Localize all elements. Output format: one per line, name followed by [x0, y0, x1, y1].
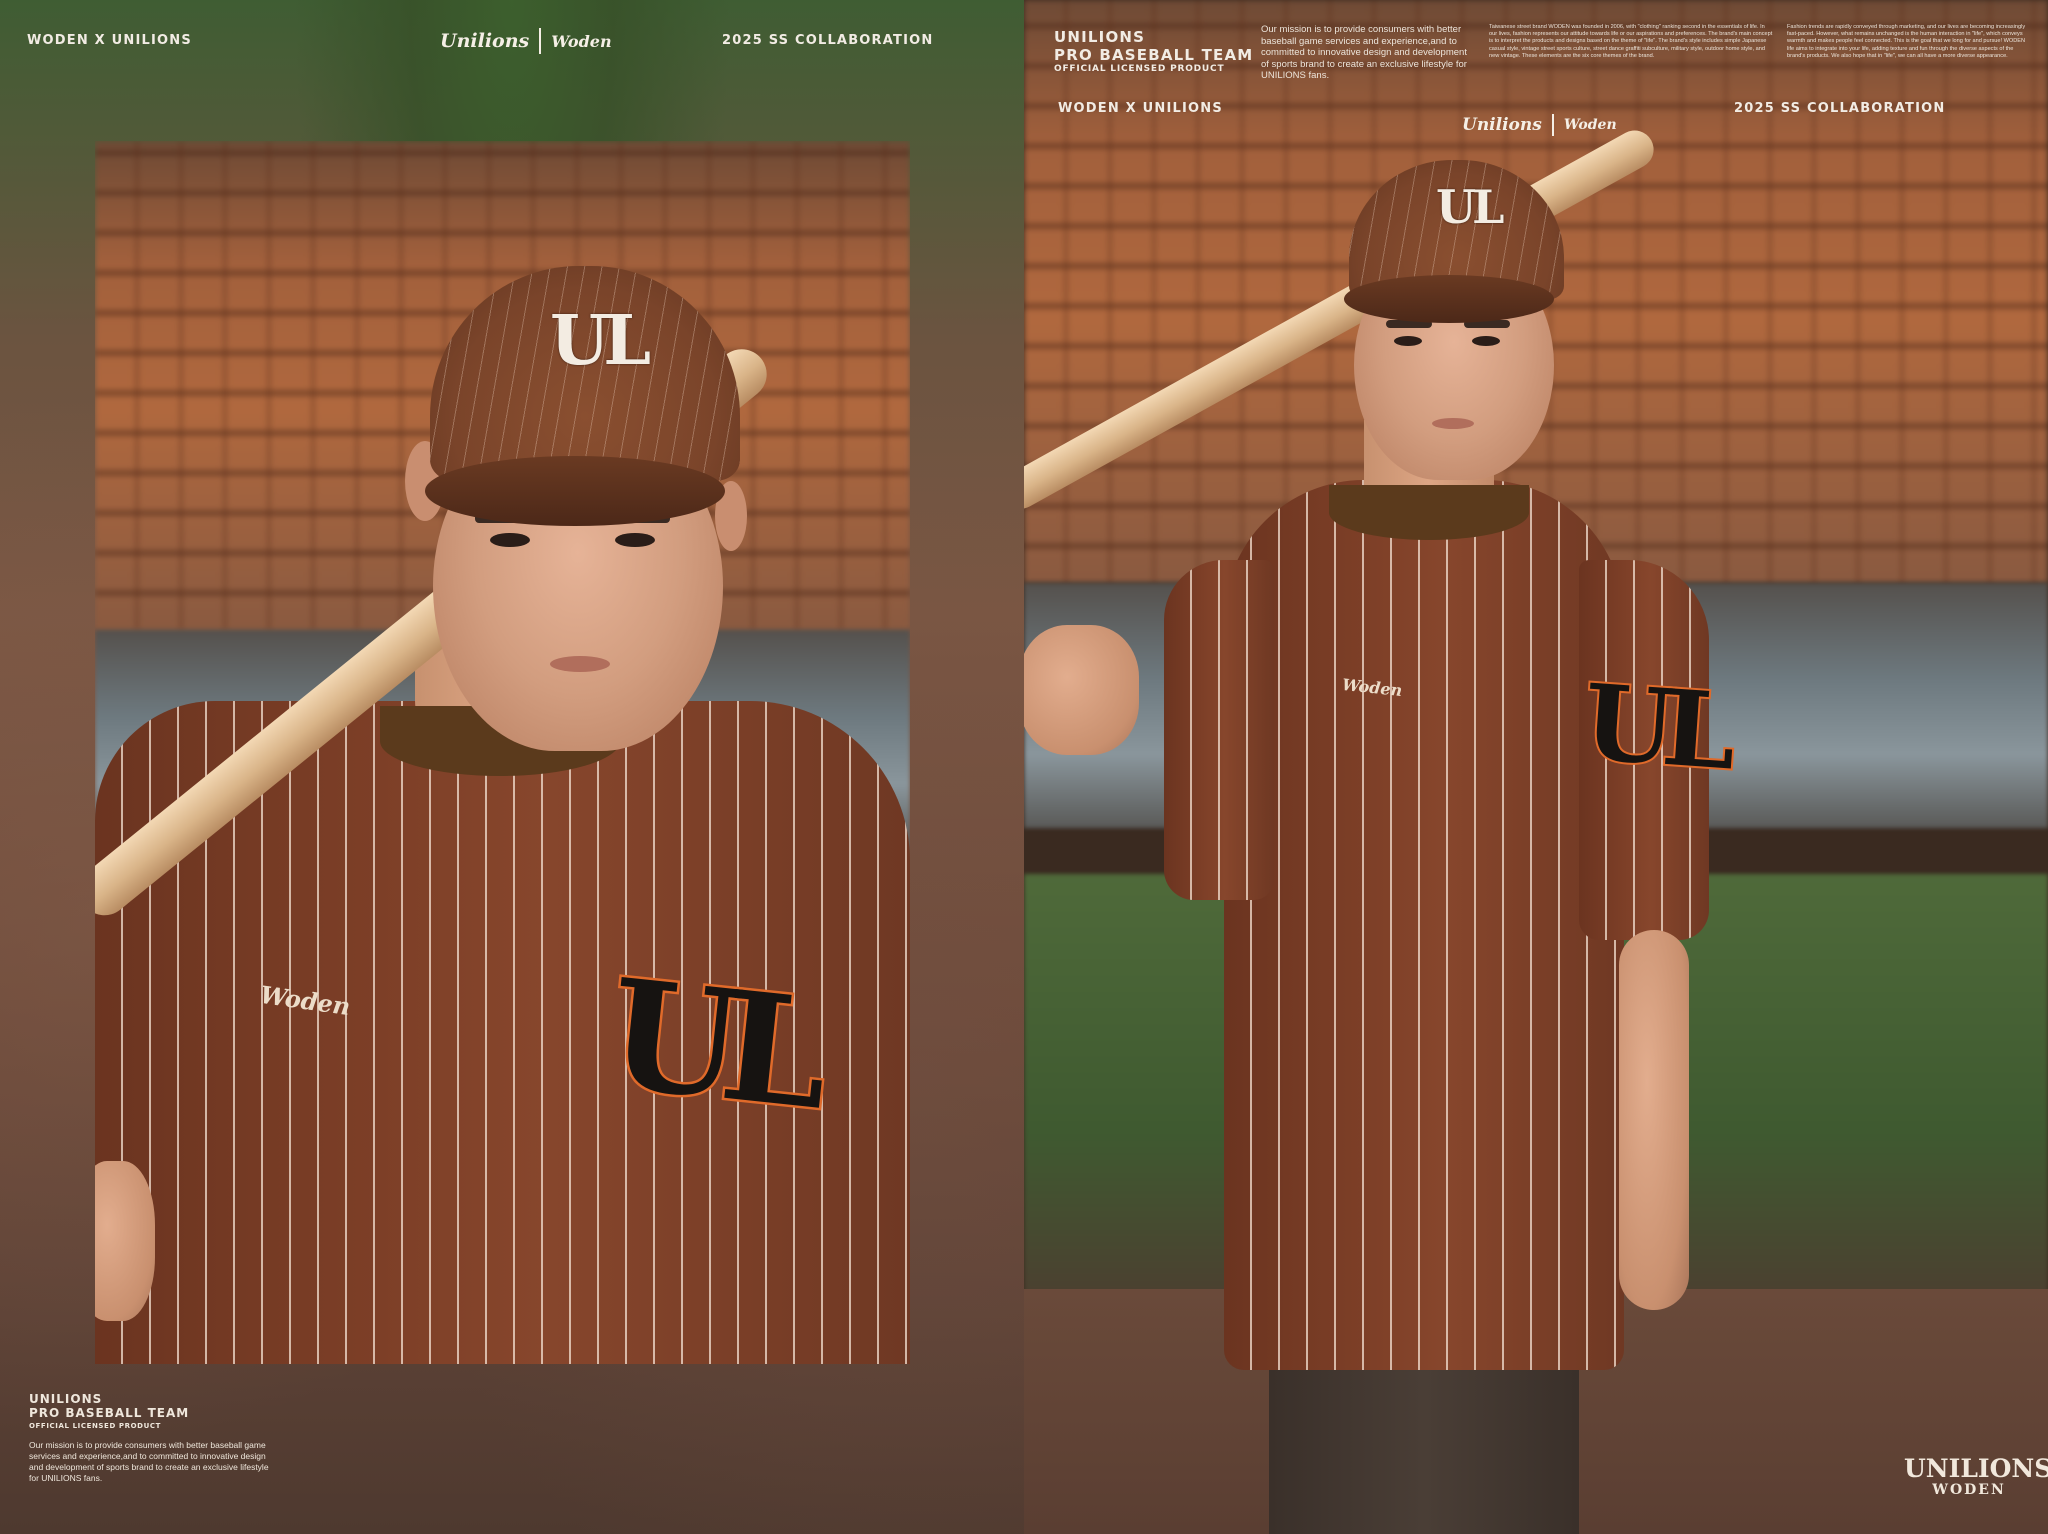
mission-text: Our mission is to provide consumers with…	[1261, 24, 1467, 81]
ul-chest-patch: UL	[599, 944, 822, 1145]
cap-brim	[1344, 275, 1554, 323]
team-subtitle: PRO BASEBALL TEAM	[1054, 46, 1254, 64]
brand-history-text: Taiwanese street brand WODEN was founded…	[1489, 24, 1773, 59]
team-subtitle: PRO BASEBALL TEAM	[29, 1406, 190, 1420]
ul-chest-patch: UL	[1578, 658, 1730, 794]
emblem-top-text: UNILIONS	[1904, 1454, 2048, 1483]
header-left-text: WODEN X UNILIONS	[27, 33, 192, 48]
poster-spread: WODEN X UNILIONS Unilions Woden 2025 SS …	[0, 0, 2048, 1534]
woden-logo: Woden	[551, 31, 612, 51]
right-eye	[615, 533, 655, 547]
unilions-woden-emblem: UNILIONS WODEN	[1904, 1454, 2048, 1499]
right-panel: UL Woden UL UNILIONS PRO BASEBALL TEAM O…	[1024, 0, 2048, 1534]
hand	[95, 1161, 155, 1321]
left-sleeve	[1164, 560, 1274, 900]
pinstripe-jersey	[1224, 480, 1624, 1370]
brand-philosophy-text: Fashion trends are rapidly conveyed thro…	[1787, 24, 2026, 59]
right-arm	[1619, 930, 1689, 1310]
gripping-hand	[1024, 625, 1139, 755]
emblem-bottom-text: WODEN	[1932, 1482, 2006, 1498]
team-name: UNILIONS	[29, 1392, 103, 1406]
header-left-text: WODEN X UNILIONS	[1058, 101, 1223, 116]
header-right-text: 2025 SS COLLABORATION	[722, 33, 934, 48]
licensed-label: OFFICIAL LICENSED PRODUCT	[29, 1422, 161, 1430]
portrait-photo-closeup: UL Woden UL	[95, 141, 910, 1364]
cap-ul-logo: UL	[1436, 180, 1504, 234]
left-eye	[490, 533, 530, 547]
left-eye	[1394, 336, 1422, 346]
logo-divider	[1551, 114, 1554, 136]
mission-text: Our mission is to provide consumers with…	[29, 1440, 269, 1483]
unilions-logo: Unilions	[440, 30, 530, 52]
team-info-block: UNILIONS PRO BASEBALL TEAM OFFICIAL LICE…	[29, 1392, 269, 1484]
unilions-logo: Unilions	[1462, 115, 1542, 135]
left-panel: WODEN X UNILIONS Unilions Woden 2025 SS …	[0, 0, 1024, 1534]
team-info-block: UNILIONS PRO BASEBALL TEAM OFFICIAL LICE…	[1054, 28, 1253, 74]
mouth	[1432, 418, 1474, 429]
header-logo-pair: Unilions Woden	[440, 28, 612, 54]
right-eye	[1472, 336, 1500, 346]
header-right-text: 2025 SS COLLABORATION	[1734, 101, 1946, 116]
jersey-collar	[1329, 485, 1529, 540]
cap-brim	[425, 456, 725, 526]
logo-divider	[539, 28, 542, 54]
cap-ul-logo: UL	[550, 301, 651, 381]
licensed-label: OFFICIAL LICENSED PRODUCT	[1054, 64, 1225, 74]
team-name: UNILIONS	[1054, 28, 1146, 46]
mouth	[550, 656, 610, 672]
header-logo-pair: Unilions Woden	[1462, 114, 1617, 136]
woden-logo: Woden	[1563, 117, 1617, 133]
